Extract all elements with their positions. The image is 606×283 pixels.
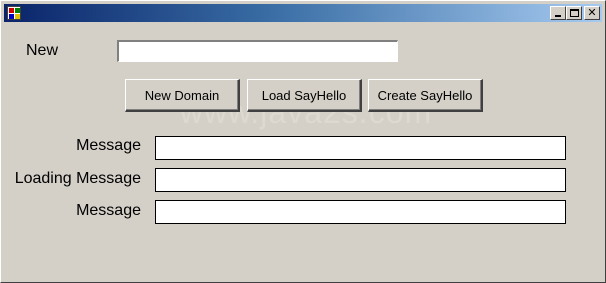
loading-message-field[interactable] — [155, 168, 566, 192]
second-message-field[interactable] — [155, 200, 566, 224]
message-label: Message — [76, 137, 141, 154]
close-button[interactable]: ✕ — [584, 6, 600, 20]
new-domain-input[interactable] — [117, 40, 398, 62]
second-message-label: Message — [76, 202, 141, 219]
new-domain-button-label: New Domain — [144, 87, 220, 103]
create-sayhello-button-label: Create SayHello — [377, 87, 473, 103]
load-sayhello-button-label: Load SayHello — [261, 87, 347, 103]
app-icon[interactable] — [7, 6, 21, 20]
new-domain-label: New Domain — [26, 42, 59, 59]
loading-message-label: Loading Message — [14, 170, 141, 187]
load-sayhello-button[interactable]: Load SayHello — [247, 79, 362, 112]
message-field[interactable] — [155, 136, 566, 160]
create-sayhello-button[interactable]: Create SayHello — [368, 79, 483, 112]
maximize-button[interactable] — [566, 6, 582, 20]
minimize-icon — [555, 15, 561, 17]
title-bar[interactable]: ✕ — [4, 4, 602, 22]
maximize-icon — [570, 9, 579, 17]
minimize-button[interactable] — [550, 6, 566, 20]
main-window: ✕ New Domain www.java2s.com New Domain L… — [0, 0, 606, 283]
new-domain-button[interactable]: New Domain — [125, 79, 240, 112]
close-icon: ✕ — [587, 6, 597, 19]
